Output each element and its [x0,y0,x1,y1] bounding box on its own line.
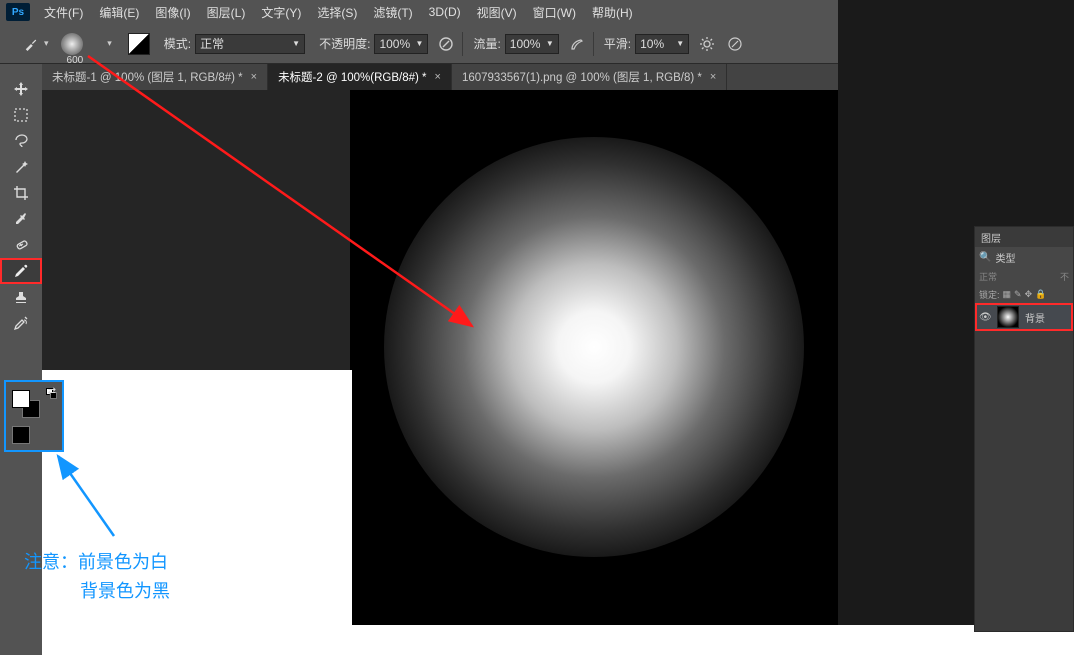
mode-label: 模式: [164,35,191,52]
menu-type[interactable]: 文字(Y) [253,4,309,21]
flow-value: 100% [510,37,541,51]
blend-mode-value: 正常 [200,35,224,52]
lasso-tool[interactable] [0,128,42,154]
annotation-background [42,370,352,655]
smoothing-gear-icon[interactable] [697,34,717,54]
layer-name[interactable]: 背景 [1025,310,1045,325]
document-tab[interactable]: 1607933567(1).png @ 100% (图层 1, RGB/8) *… [452,64,727,90]
opacity-value: 100% [379,37,410,51]
smoothing-value: 10% [640,37,664,51]
layer-row[interactable]: 👁 背景 [975,303,1073,331]
color-swatches-highlight: ⇄ [4,380,64,452]
menu-3d[interactable]: 3D(D) [421,5,469,19]
opacity-pressure-icon[interactable] [436,34,456,54]
lock-position-icon[interactable]: ✥ [1025,289,1033,300]
options-bar: ▾ 600 ▾ 模式: 正常▼ 不透明度: 100%▼ 流量: 100%▼ 平滑… [0,24,838,64]
size-pressure-icon[interactable] [725,34,745,54]
blend-mode-select[interactable]: 正常▼ [195,34,305,54]
menu-edit[interactable]: 编辑(E) [91,4,147,21]
lock-brush-icon[interactable]: ✎ [1014,289,1022,300]
annotation-note-line1: 注意：前景色为白 [24,548,170,577]
layer-thumbnail[interactable] [997,306,1019,328]
menu-image[interactable]: 图像(I) [147,4,198,21]
menu-help[interactable]: 帮助(H) [584,4,641,21]
layer-opacity-label: 不 [1060,270,1069,283]
move-tool[interactable] [0,76,42,102]
menu-filter[interactable]: 滤镜(T) [365,4,420,21]
menu-file[interactable]: 文件(F) [36,4,91,21]
foreground-background-swatch[interactable] [12,390,40,418]
search-icon[interactable]: 🔍 [979,252,991,263]
document-tab-label: 未标题-2 @ 100%(RGB/8#) * [278,69,426,85]
layers-panel-title[interactable]: 图层 [975,227,1073,247]
flow-input[interactable]: 100%▼ [505,34,559,54]
lock-all-icon[interactable]: 🔒 [1035,289,1046,300]
layers-panel: 图层 🔍 类型 正常 不 锁定: ▦ ✎ ✥ 🔒 👁 背景 [974,226,1074,632]
document-tab-bar: 未标题-1 @ 100% (图层 1, RGB/8#) * × 未标题-2 @ … [42,64,838,90]
lock-label: 锁定: [979,288,1000,301]
document-canvas[interactable] [350,90,838,625]
opacity-label: 不透明度: [319,35,370,52]
document-tab-label: 1607933567(1).png @ 100% (图层 1, RGB/8) * [462,69,702,85]
close-icon[interactable]: × [435,71,441,83]
airbrush-icon[interactable] [567,34,587,54]
marquee-tool[interactable] [0,102,42,128]
right-dock: 图层 🔍 类型 正常 不 锁定: ▦ ✎ ✥ 🔒 👁 背景 [838,0,1074,625]
foreground-color-swatch[interactable] [12,390,30,408]
brush-panel-toggle-icon[interactable] [128,33,150,55]
layer-blend-mode[interactable]: 正常 [979,270,997,283]
canvas-content [384,137,804,557]
menu-window[interactable]: 窗口(W) [525,4,584,21]
opacity-input[interactable]: 100%▼ [374,34,428,54]
document-tab[interactable]: 未标题-2 @ 100%(RGB/8#) * × [268,64,452,90]
visibility-icon[interactable]: 👁 [979,312,991,323]
layers-empty-area [975,331,1073,631]
brush-tool[interactable] [0,258,42,284]
crop-tool[interactable] [0,180,42,206]
flow-label: 流量: [473,35,500,52]
menu-bar: Ps 文件(F) 编辑(E) 图像(I) 图层(L) 文字(Y) 选择(S) 滤… [0,0,838,24]
menu-layer[interactable]: 图层(L) [199,4,254,21]
tool-preset-icon[interactable] [24,37,38,51]
close-icon[interactable]: × [251,71,257,83]
brush-picker-dropdown[interactable]: ▾ [107,38,112,49]
layer-filter-kind[interactable]: 类型 [995,250,1015,265]
wand-tool[interactable] [0,154,42,180]
stamp-tool[interactable] [0,284,42,310]
annotation-note-line2: 背景色为黑 [24,577,170,606]
document-tab-label: 未标题-1 @ 100% (图层 1, RGB/8#) * [52,69,243,85]
brush-preview[interactable] [61,33,83,55]
app-logo: Ps [6,3,30,21]
tool-preset-dropdown[interactable]: ▾ [44,38,49,49]
smoothing-input[interactable]: 10%▼ [635,34,689,54]
lock-transparent-icon[interactable]: ▦ [1003,289,1012,300]
smoothing-label: 平滑: [604,35,631,52]
heal-tool[interactable] [0,232,42,258]
annotation-note: 注意：前景色为白 背景色为黑 [24,548,170,606]
menu-view[interactable]: 视图(V) [469,4,525,21]
eyedropper-tool[interactable] [0,206,42,232]
menu-select[interactable]: 选择(S) [309,4,365,21]
close-icon[interactable]: × [710,71,716,83]
document-tab[interactable]: 未标题-1 @ 100% (图层 1, RGB/8#) * × [42,64,268,90]
swap-colors-icon[interactable]: ⇄ [48,386,56,397]
history-brush-tool[interactable] [0,310,42,336]
